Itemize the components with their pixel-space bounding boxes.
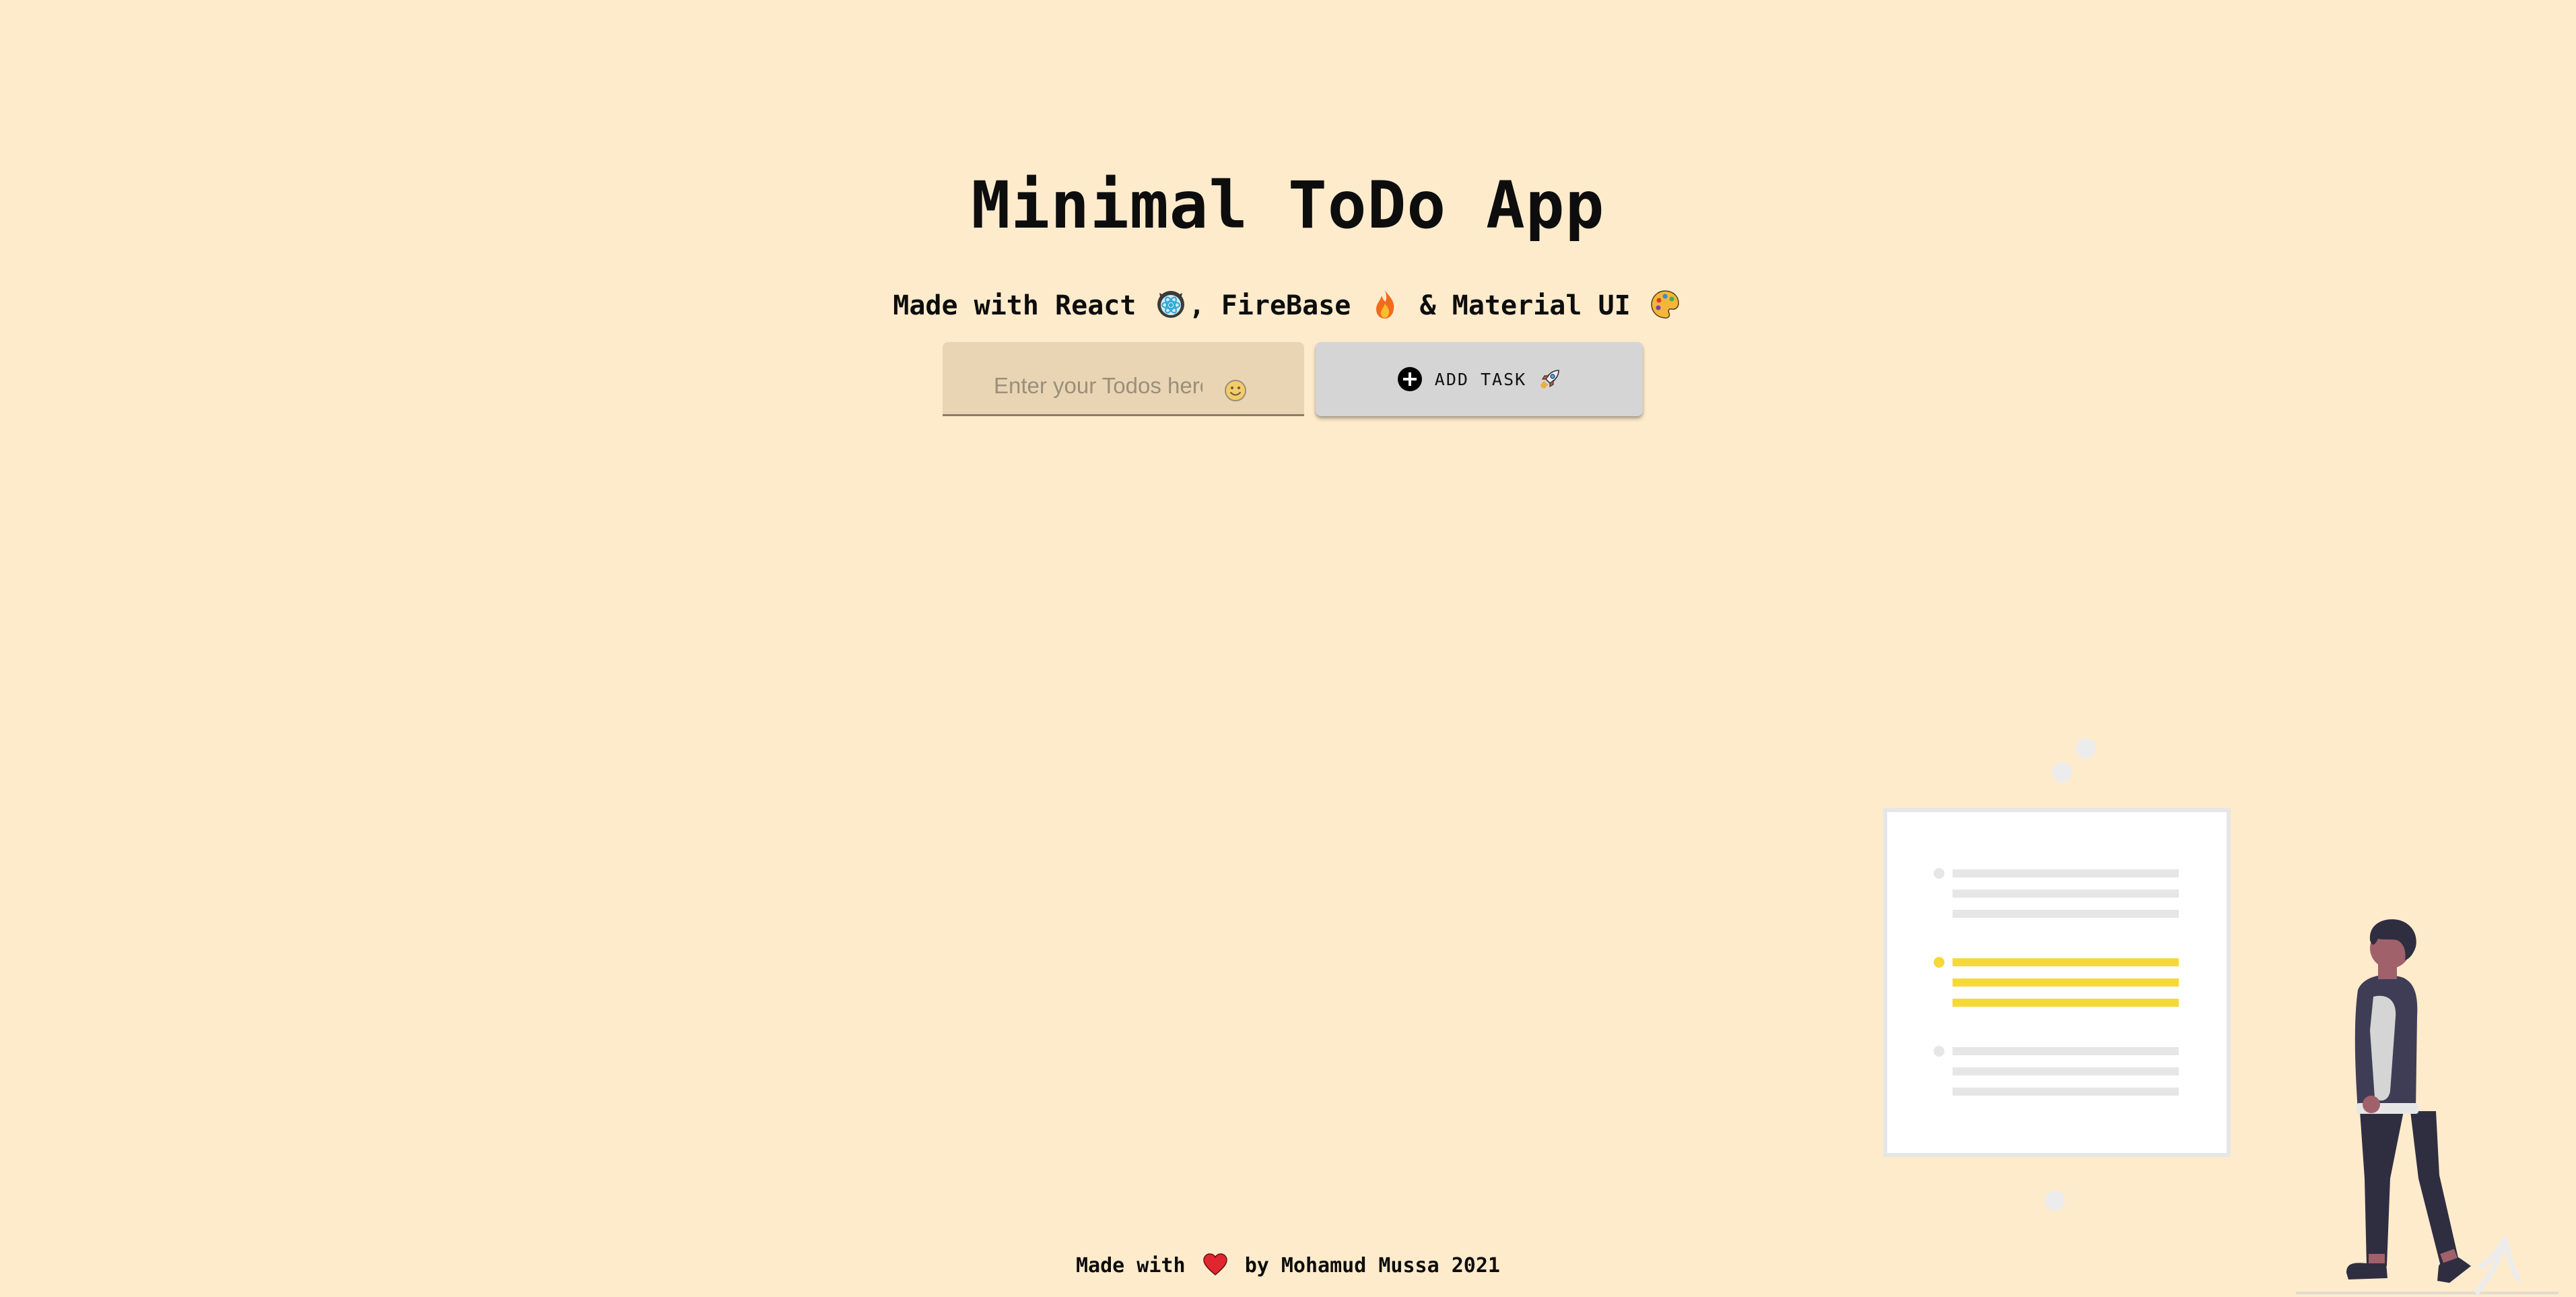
fire-icon bbox=[1376, 290, 1394, 319]
list-line-active bbox=[1953, 999, 2179, 1007]
list-line bbox=[1953, 869, 2179, 877]
list-line-active bbox=[1953, 978, 2179, 987]
footer-made-with: Made with bbox=[1076, 1254, 1186, 1277]
decor-dot bbox=[2045, 1191, 2065, 1211]
ground-line bbox=[2296, 1292, 2558, 1294]
footer-author: by Mohamud Mussa 2021 bbox=[1244, 1254, 1500, 1277]
subtitle-react-text: Made with React bbox=[893, 290, 1137, 321]
react-icon bbox=[1157, 291, 1184, 318]
subtitle-material-text: & Material UI bbox=[1419, 290, 1631, 321]
person-figure bbox=[2346, 919, 2471, 1283]
plus-circle-icon bbox=[1397, 367, 1422, 391]
page-subtitle: Made with React , FireBase & Material UI bbox=[0, 284, 2576, 327]
list-line bbox=[1953, 890, 2179, 898]
add-task-button[interactable]: ADD TASK bbox=[1316, 342, 1643, 416]
decor-dot bbox=[2076, 738, 2096, 758]
list-line bbox=[1953, 1047, 2179, 1055]
palette-icon bbox=[1650, 290, 1679, 319]
list-line-active bbox=[1953, 958, 2179, 966]
rocket-icon bbox=[1540, 370, 1560, 389]
list-line bbox=[1953, 1067, 2179, 1075]
todo-list-illustration bbox=[1883, 738, 2558, 1294]
list-bullet-active bbox=[1934, 957, 1944, 968]
add-task-label: ADD TASK bbox=[1434, 369, 1527, 389]
list-bullet bbox=[1934, 868, 1944, 879]
todo-input-field[interactable] bbox=[943, 342, 1304, 416]
list-line bbox=[1953, 1088, 2179, 1096]
todo-input[interactable] bbox=[994, 369, 1202, 403]
heart-icon bbox=[1202, 1253, 1227, 1275]
page-title: Minimal ToDo App bbox=[971, 168, 1605, 243]
list-line bbox=[1953, 910, 2179, 918]
decor-dot bbox=[2052, 762, 2072, 783]
smile-icon bbox=[1225, 380, 1246, 401]
list-bullet bbox=[1934, 1046, 1944, 1057]
subtitle-firebase-text: , FireBase bbox=[1188, 290, 1351, 321]
footer: Made with by Mohamud Mussa 2021 bbox=[0, 1250, 2576, 1282]
